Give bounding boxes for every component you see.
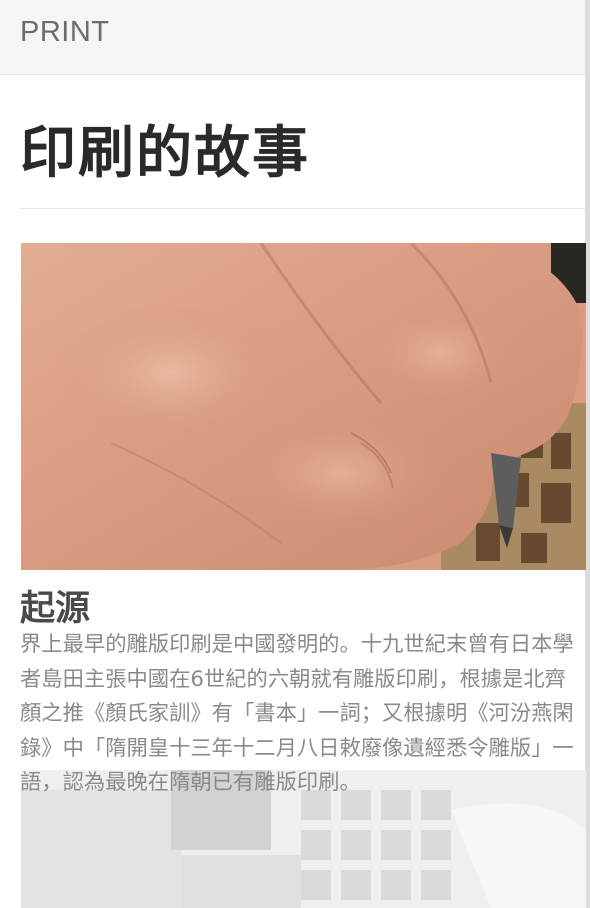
hero-image-hand-carving-woodblock bbox=[21, 243, 586, 570]
top-bar: PRINT bbox=[0, 0, 586, 75]
brand-label[interactable]: PRINT bbox=[20, 16, 110, 49]
page-title: 印刷的故事 bbox=[20, 121, 310, 186]
section-heading: 起源 bbox=[20, 589, 91, 629]
section-body-text: 界上最早的雕版印刷是中國發明的。十九世紀末曾有日本學者島田主張中國在6世紀的六朝… bbox=[20, 632, 574, 796]
title-divider bbox=[20, 208, 586, 209]
